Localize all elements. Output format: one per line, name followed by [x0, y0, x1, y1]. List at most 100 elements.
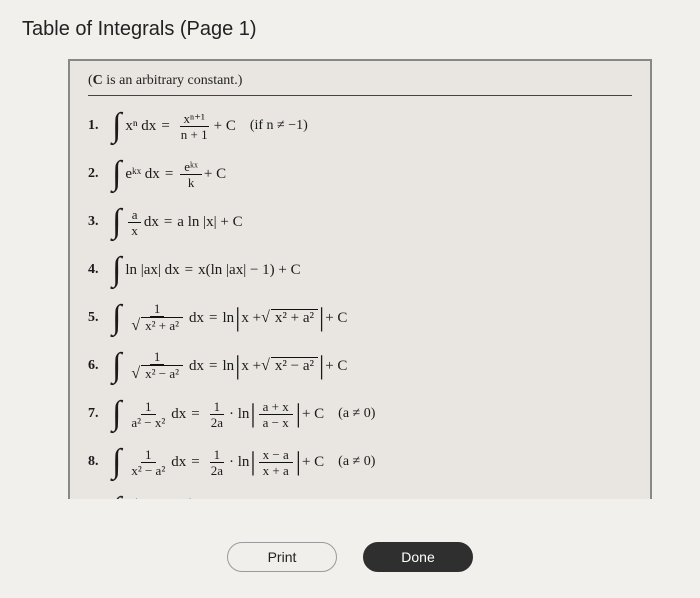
f7-abs-frac: a + x a − x — [259, 400, 293, 429]
formula-7: 7. ∫ 1 a² − x² dx = 1 2a · ln | a + x a … — [88, 394, 632, 434]
formula-9: 9. ∫ 1 dx = 1 · ln | a + √a² − x² | + C … — [88, 490, 632, 499]
integral-icon: ∫ — [112, 448, 121, 475]
f7-dx: dx — [171, 406, 186, 423]
f1-c: + C — [214, 118, 236, 135]
equals: = — [161, 118, 169, 135]
abs-right: | — [296, 404, 301, 425]
f6-rad: x² − a² — [271, 357, 318, 375]
f7-ln: · ln — [229, 406, 249, 423]
f5-ln: ln — [222, 310, 234, 327]
button-bar: Print Done — [0, 542, 700, 572]
integral-sheet: (C is an arbitrary constant.) 1. ∫ xⁿ dx… — [68, 59, 652, 499]
f3-dx: dx — [144, 214, 159, 231]
f8-c: + C — [302, 454, 324, 471]
print-button[interactable]: Print — [227, 542, 337, 572]
formula-6: 6. ∫ 1 √x² − a² dx = ln | x + √x² − a² |… — [88, 346, 632, 386]
f8-dx: dx — [171, 454, 186, 471]
formula-5: 5. ∫ 1 √x² + a² dx = ln | x + √x² + a² |… — [88, 298, 632, 338]
f8-frac: 1 x² − a² — [127, 448, 169, 477]
formula-4: 4. ∫ ln |ax| dx = x(ln |ax| − 1) + C — [88, 250, 632, 290]
f7-num: 1 — [141, 400, 156, 415]
equals: = — [185, 262, 193, 279]
f6-ln: ln — [222, 358, 234, 375]
item-number: 6. — [88, 358, 112, 374]
f8-ln: · ln — [229, 454, 249, 471]
f8-num: 1 — [141, 448, 156, 463]
item-number: 2. — [88, 166, 112, 182]
f8-coef: 1 2a — [207, 448, 227, 477]
formula-8: 8. ∫ 1 x² − a² dx = 1 2a · ln | x − a x … — [88, 442, 632, 482]
abs-left: | — [250, 452, 255, 473]
equals: = — [164, 214, 172, 231]
integral-icon: ∫ — [112, 256, 121, 283]
f3-rhs: a ln |x| + C — [177, 214, 242, 231]
abs-left: | — [235, 308, 240, 329]
equals: = — [209, 310, 217, 327]
f2-num: eᵏˣ — [180, 160, 202, 175]
f5-num: 1 — [150, 302, 165, 317]
abs-right: | — [296, 452, 301, 473]
note-c: C — [93, 73, 103, 88]
f8-cond: (a ≠ 0) — [338, 454, 375, 470]
f1-cond: (if n ≠ −1) — [250, 118, 308, 134]
f3-num: a — [128, 208, 142, 223]
f1-den: n + 1 — [177, 127, 212, 141]
f2-lhs: eᵏˣ dx — [125, 166, 159, 183]
formula-1: 1. ∫ xⁿ dx = xⁿ⁺¹ n + 1 + C (if n ≠ −1) — [88, 106, 632, 146]
formula-2: 2. ∫ eᵏˣ dx = eᵏˣ k + C — [88, 154, 632, 194]
item-number: 3. — [88, 214, 112, 230]
f3-frac: a x — [127, 208, 142, 237]
f2-frac: eᵏˣ k — [180, 160, 202, 189]
equals: = — [191, 406, 199, 423]
f6-c: + C — [325, 358, 347, 375]
f4-lhs: ln |ax| dx — [125, 262, 179, 279]
integral-icon: ∫ — [112, 208, 121, 235]
f5-mid: x + — [241, 310, 261, 327]
abs-left: | — [235, 356, 240, 377]
page: Table of Integrals (Page 1) (C is an arb… — [0, 0, 700, 598]
item-number: 1. — [88, 118, 112, 134]
f7-coef: 1 2a — [207, 400, 227, 429]
f9-frac: 1 — [127, 496, 145, 500]
constant-note: (C is an arbitrary constant.) — [88, 73, 632, 89]
f6-den: √x² − a² — [127, 365, 187, 382]
divider — [88, 95, 632, 96]
f4-rhs: x(ln |ax| − 1) + C — [198, 262, 301, 279]
equals: = — [191, 454, 199, 471]
abs-right: | — [319, 308, 324, 329]
f6-frac: 1 √x² − a² — [127, 350, 187, 382]
equals: = — [165, 166, 173, 183]
f7-c: + C — [302, 406, 324, 423]
item-number: 5. — [88, 310, 112, 326]
done-button[interactable]: Done — [363, 542, 473, 572]
page-title: Table of Integrals (Page 1) — [22, 18, 680, 41]
item-number: 4. — [88, 262, 112, 278]
f7-den: a² − x² — [127, 415, 169, 429]
f5-dx: dx — [189, 310, 204, 327]
f1-lhs: xⁿ dx — [125, 118, 156, 135]
abs-right: | — [319, 356, 324, 377]
f1-num: xⁿ⁺¹ — [180, 112, 209, 127]
f5-frac: 1 √x² + a² — [127, 302, 187, 334]
f6-dx: dx — [189, 358, 204, 375]
f6-mid: x + — [241, 358, 261, 375]
integral-icon: ∫ — [112, 160, 121, 187]
note-rest: is an arbitrary constant.) — [103, 73, 243, 88]
f3-den: x — [127, 223, 142, 237]
integral-icon: ∫ — [112, 400, 121, 427]
integral-icon: ∫ — [112, 496, 121, 499]
f6-num: 1 — [150, 350, 165, 365]
f5-c: + C — [325, 310, 347, 327]
formula-list: 1. ∫ xⁿ dx = xⁿ⁺¹ n + 1 + C (if n ≠ −1) … — [88, 106, 632, 499]
f2-c: + C — [204, 166, 226, 183]
f7-frac: 1 a² − x² — [127, 400, 169, 429]
f8-abs-frac: x − a x + a — [259, 448, 293, 477]
f5-rad: x² + a² — [271, 309, 318, 327]
f2-den: k — [184, 175, 199, 189]
f9-coef: 1 — [183, 496, 198, 500]
abs-left: | — [250, 404, 255, 425]
item-number: 8. — [88, 454, 112, 470]
equals: = — [209, 358, 217, 375]
f7-cond: (a ≠ 0) — [338, 406, 375, 422]
f8-den: x² − a² — [127, 463, 169, 477]
